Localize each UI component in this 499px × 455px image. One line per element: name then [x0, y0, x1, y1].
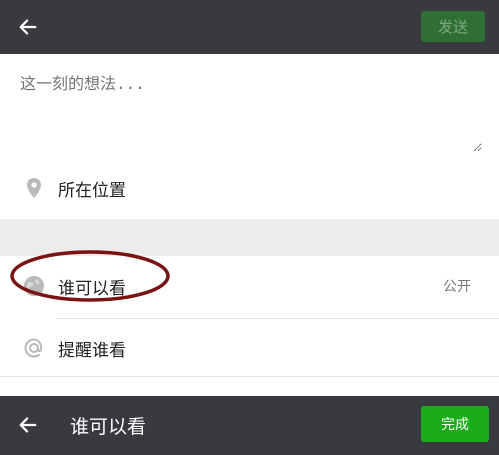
row-separator [56, 318, 499, 319]
thought-input[interactable] [18, 68, 482, 152]
mention-label: 提醒谁看 [58, 340, 126, 361]
row-separator [0, 376, 499, 377]
at-icon [24, 338, 43, 358]
back-button[interactable] [8, 7, 48, 47]
arrow-left-icon [19, 19, 37, 35]
back-button[interactable] [8, 405, 48, 445]
location-pin-icon [27, 178, 41, 198]
done-button[interactable]: 完成 [421, 406, 489, 442]
arrow-left-icon [19, 417, 37, 433]
visibility-value: 公开 [443, 279, 471, 295]
location-row[interactable]: 所在位置 [0, 165, 499, 211]
page-title: 谁可以看 [70, 416, 147, 438]
send-button[interactable]: 发送 [421, 11, 485, 42]
bottom-bar: 谁可以看 完成 [0, 396, 499, 455]
mention-row[interactable]: 提醒谁看 [0, 324, 499, 372]
annotation-ellipse [10, 250, 170, 302]
location-label: 所在位置 [58, 180, 126, 201]
top-bar: 发送 [0, 0, 499, 54]
